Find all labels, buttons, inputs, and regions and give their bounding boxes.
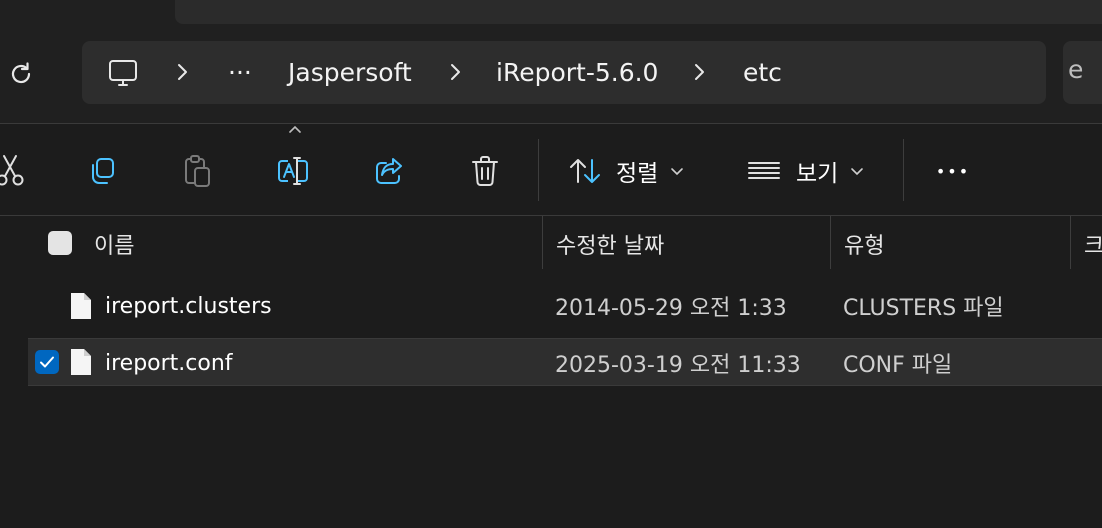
column-header-size[interactable]: 크: [1084, 216, 1102, 271]
chevron-down-icon: [671, 168, 684, 176]
share-icon: [376, 158, 402, 184]
sort-label: 정렬: [616, 161, 659, 187]
refresh-button[interactable]: [4, 57, 38, 91]
delete-button[interactable]: [463, 151, 507, 191]
copy-icon: [92, 158, 114, 184]
file-modified: 2025-03-19 오전 11:33: [555, 353, 801, 378]
file-type: CONF 파일: [843, 353, 953, 378]
scissors-icon: [0, 155, 24, 186]
trash-icon: [472, 156, 498, 186]
column-header-type[interactable]: 유형: [844, 216, 884, 271]
this-pc-button[interactable]: [107, 41, 139, 104]
toolbar-divider: [538, 139, 539, 201]
rename-icon: [278, 157, 308, 185]
sort-arrows-icon: [570, 159, 600, 183]
rename-button[interactable]: [271, 151, 315, 191]
search-placeholder: e: [1068, 55, 1084, 84]
title-bar: [0, 0, 1102, 24]
checkmark-icon: [40, 356, 54, 368]
chevron-down-icon: [851, 168, 864, 176]
chevron-right-icon[interactable]: [688, 61, 710, 83]
search-box[interactable]: e: [1063, 41, 1102, 104]
breadcrumb-overflow-button[interactable]: ···: [228, 41, 252, 104]
address-row: ··· Jaspersoft iReport-5.6.0 etc e: [0, 24, 1102, 124]
row-checkbox[interactable]: [35, 350, 59, 374]
copy-button[interactable]: [80, 151, 124, 191]
more-options-button[interactable]: •••: [930, 151, 976, 191]
column-header-name[interactable]: 이름: [94, 216, 134, 271]
breadcrumb-item-etc[interactable]: etc: [743, 41, 782, 104]
command-bar: 정렬 보기 •••: [0, 125, 1102, 216]
view-label: 보기: [796, 161, 839, 187]
cut-button[interactable]: [0, 151, 34, 191]
breadcrumb[interactable]: ··· Jaspersoft iReport-5.6.0 etc: [82, 41, 1046, 104]
file-name: ireport.clusters: [105, 293, 272, 319]
tab-strip[interactable]: [175, 0, 1102, 24]
file-row-selected[interactable]: ireport.conf 2025-03-19 오전 11:33 CONF 파일: [28, 338, 1102, 386]
breadcrumb-item-ireport[interactable]: iReport-5.6.0: [496, 41, 658, 104]
column-header-modified[interactable]: 수정한 날짜: [556, 216, 664, 271]
view-button[interactable]: 보기: [746, 151, 876, 191]
file-name: ireport.conf: [105, 350, 233, 376]
column-header: 이름 수정한 날짜 유형 크: [0, 216, 1102, 271]
column-separator[interactable]: [1070, 216, 1071, 269]
paste-button[interactable]: [175, 151, 219, 191]
chevron-up-icon: [289, 125, 301, 133]
file-icon: [71, 293, 91, 319]
file-type: CLUSTERS 파일: [843, 296, 1004, 321]
computer-icon: [109, 59, 137, 86]
file-modified: 2014-05-29 오전 1:33: [555, 296, 787, 321]
breadcrumb-item-jaspersoft[interactable]: Jaspersoft: [288, 41, 412, 104]
clipboard-icon: [185, 155, 210, 187]
select-all-checkbox[interactable]: [48, 231, 72, 255]
sort-button[interactable]: 정렬: [568, 151, 698, 191]
file-row[interactable]: ireport.clusters 2014-05-29 오전 1:33 CLUS…: [28, 282, 1102, 330]
view-list-icon: [748, 162, 780, 179]
refresh-icon: [11, 62, 31, 84]
chevron-right-icon[interactable]: [171, 61, 193, 83]
chevron-right-icon[interactable]: [444, 61, 466, 83]
file-icon: [71, 349, 91, 375]
column-separator[interactable]: [830, 216, 831, 269]
toolbar-divider: [903, 139, 904, 201]
column-separator[interactable]: [542, 216, 543, 269]
share-button[interactable]: [367, 151, 411, 191]
